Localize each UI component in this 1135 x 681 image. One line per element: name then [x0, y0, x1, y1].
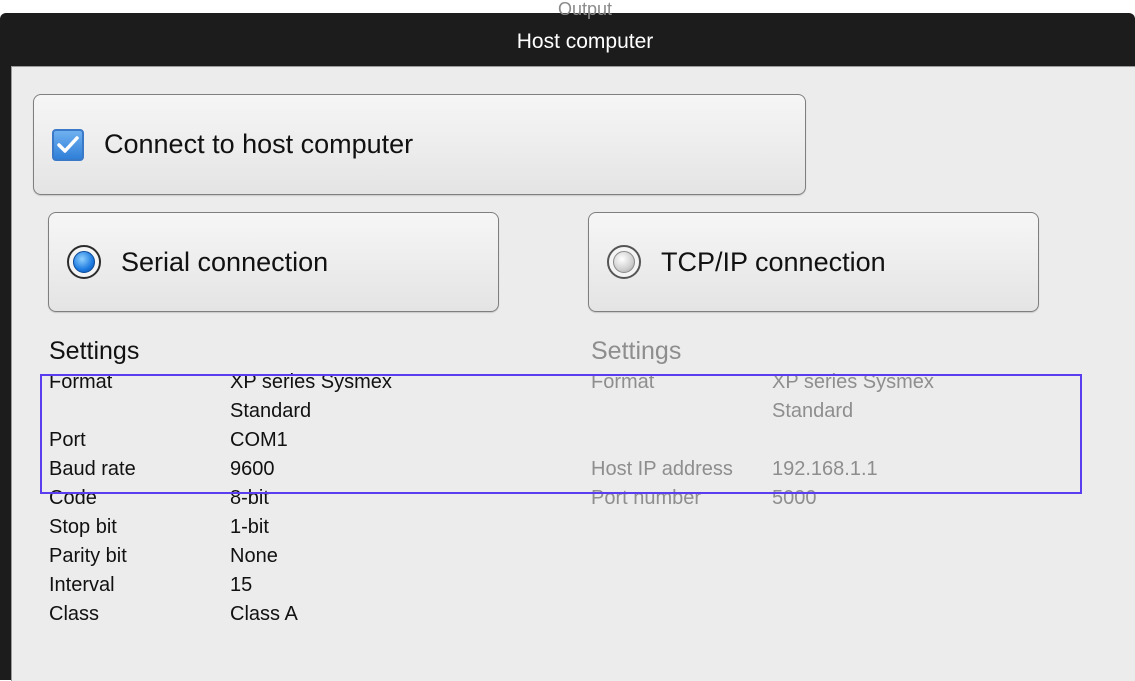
setting-value: COM1 [230, 429, 288, 451]
setting-value: XP series Sysmex Standard [230, 371, 392, 422]
serial-connection-radio-button[interactable]: Serial connection [48, 212, 499, 312]
tcpip-settings: Settings Format XP series Sysmex Standar… [591, 337, 1012, 513]
setting-label: Host IP address [591, 458, 733, 480]
settings-row: Port number 5000 [591, 484, 1012, 513]
checkbox-checked-icon [52, 128, 84, 161]
setting-label: Code [49, 487, 97, 509]
serial-settings-title: Settings [49, 337, 140, 365]
settings-spacer [591, 426, 1012, 455]
connect-to-host-checkbox-button[interactable]: Connect to host computer [33, 94, 806, 195]
connect-to-host-label: Connect to host computer [104, 129, 414, 159]
radio-selected-icon [67, 245, 101, 279]
setting-value: 15 [230, 574, 253, 596]
settings-row: Format XP series Sysmex Standard [49, 368, 470, 426]
window-title: Host computer [516, 30, 654, 53]
radio-unselected-icon [607, 245, 641, 279]
settings-row: Baud rate 9600 [49, 455, 470, 484]
tcpip-connection-label: TCP/IP connection [661, 246, 886, 277]
setting-value: Class A [230, 603, 298, 625]
settings-row: Parity bit None [49, 542, 470, 571]
settings-row: Port COM1 [49, 426, 470, 455]
setting-label: Port [49, 429, 86, 451]
setting-value: 5000 [772, 487, 817, 509]
setting-value: 8-bit [230, 487, 269, 509]
tcpip-settings-title: Settings [591, 337, 682, 365]
setting-label: Interval [49, 574, 115, 596]
dialog-content: Connect to host computer Serial connecti… [11, 66, 1135, 681]
settings-row: Interval 15 [49, 571, 470, 600]
setting-value: 192.168.1.1 [772, 458, 878, 480]
serial-settings: Settings Format XP series Sysmex Standar… [49, 337, 470, 629]
settings-row: Host IP address 192.168.1.1 [591, 455, 1012, 484]
setting-label: Format [591, 371, 655, 393]
setting-label: Stop bit [49, 516, 117, 538]
host-computer-window: Output Host computer Connect to host com… [0, 0, 1135, 681]
tcpip-connection-radio-button[interactable]: TCP/IP connection [588, 212, 1039, 312]
setting-value: XP series Sysmex Standard [772, 371, 934, 422]
setting-value: 1-bit [230, 516, 269, 538]
setting-label: Class [49, 603, 100, 625]
setting-value: 9600 [230, 458, 275, 480]
settings-row: Format XP series Sysmex Standard [591, 368, 1012, 426]
setting-label: Parity bit [49, 545, 127, 567]
setting-label: Port number [591, 487, 702, 509]
setting-value: None [230, 545, 278, 567]
settings-row: Stop bit 1-bit [49, 513, 470, 542]
setting-label: Format [49, 371, 113, 393]
settings-row: Class Class A [49, 600, 470, 629]
setting-label: Baud rate [49, 458, 136, 480]
serial-connection-label: Serial connection [121, 246, 329, 277]
settings-row: Code 8-bit [49, 484, 470, 513]
